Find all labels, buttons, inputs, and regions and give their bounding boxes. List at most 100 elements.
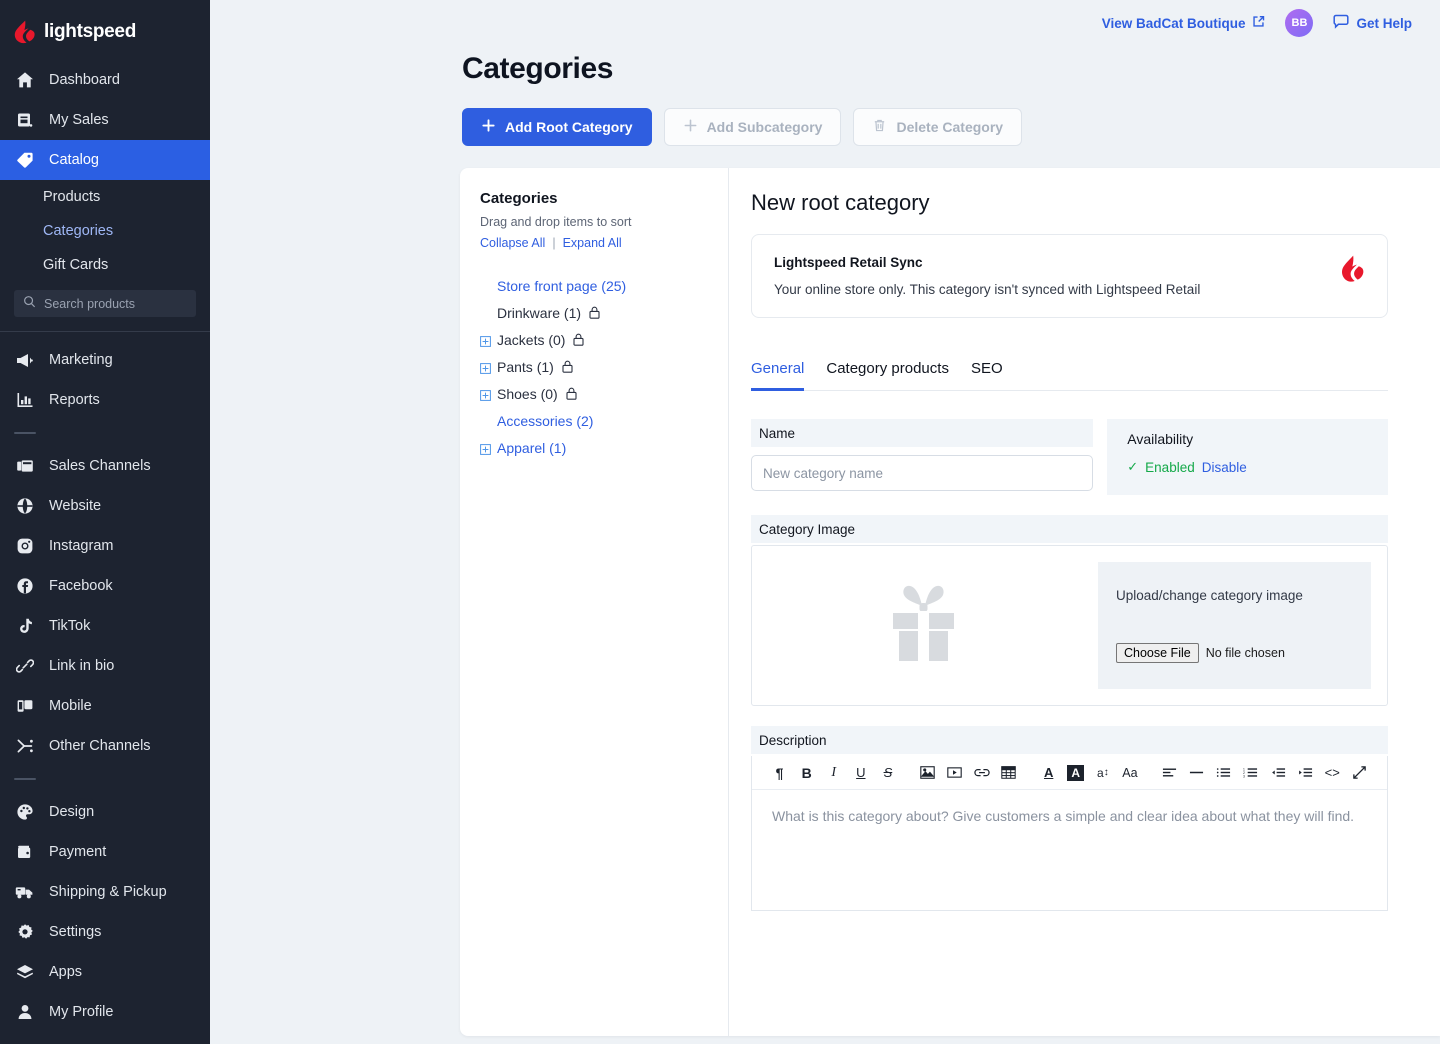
font-family-icon[interactable]: Aa [1116, 758, 1143, 788]
align-icon[interactable] [1156, 758, 1183, 788]
tab-seo[interactable]: SEO [971, 360, 1003, 391]
sidebar-subitem-label: Categories [43, 223, 114, 239]
tab-category-products[interactable]: Category products [826, 360, 949, 391]
description-editor: ¶ B I U S A A a ↕ Aa 1 2 3 <> What is th… [751, 756, 1388, 911]
add-root-category-label: Add Root Category [505, 119, 633, 135]
editor-toolbar: ¶ B I U S A A a ↕ Aa 1 2 3 <> [752, 756, 1387, 790]
expand-all-link[interactable]: Expand All [563, 236, 622, 250]
tree-row[interactable]: Jackets (0) [480, 326, 728, 353]
tree-row[interactable]: Shoes (0) [480, 380, 728, 407]
sidebar-item-marketing[interactable]: Marketing [0, 340, 210, 380]
sidebar-item-reports[interactable]: Reports [0, 380, 210, 420]
description-editor-body[interactable]: What is this category about? Give custom… [752, 790, 1387, 910]
sidebar-item-website[interactable]: Website [0, 486, 210, 526]
tree-row[interactable]: Apparel (1) [480, 434, 728, 461]
sidebar-item-design[interactable]: Design [0, 792, 210, 832]
brand-logo-block[interactable]: lightspeed [0, 0, 210, 60]
sidebar-item-instagram[interactable]: Instagram [0, 526, 210, 566]
tree-list: Store front page (25) Drinkware (1) Jack… [480, 272, 728, 461]
retail-sync-message: Your online store only. This category is… [774, 282, 1201, 297]
name-availability-row: Name Availability ✓ Enabled Disable [751, 419, 1389, 495]
delete-category-button[interactable]: Delete Category [853, 108, 1023, 146]
sidebar-item-gift-cards[interactable]: Gift Cards [0, 248, 210, 282]
indent-icon[interactable] [1292, 758, 1319, 788]
choose-file-button[interactable]: Choose File [1116, 643, 1199, 663]
check-icon: ✓ [1127, 459, 1139, 474]
insert-link-icon[interactable] [968, 758, 995, 788]
collapse-all-link[interactable]: Collapse All [480, 236, 545, 250]
tab-general[interactable]: General [751, 360, 805, 391]
tree-row[interactable]: Drinkware (1) [480, 299, 728, 326]
search-products-box[interactable] [14, 290, 196, 317]
tree-item-label: Jackets (0) [497, 331, 566, 348]
avatar[interactable]: BB [1285, 9, 1314, 37]
sidebar-item-categories[interactable]: Categories [0, 214, 210, 248]
outdent-icon[interactable] [1265, 758, 1292, 788]
numbered-list-icon[interactable]: 123 [1237, 758, 1264, 788]
font-size-icon[interactable]: a ↕ [1089, 758, 1116, 788]
add-root-category-button[interactable]: Add Root Category [462, 108, 652, 146]
sidebar-item-label: Settings [49, 924, 102, 940]
expand-toggle-icon[interactable] [480, 388, 491, 401]
availability-disable-link[interactable]: Disable [1202, 460, 1247, 475]
sidebar-item-products[interactable]: Products [0, 180, 210, 214]
text-color-icon[interactable]: A [1035, 758, 1062, 788]
sidebar-item-my-profile[interactable]: My Profile [0, 992, 210, 1032]
expand-toggle-icon[interactable] [480, 361, 491, 374]
sidebar-item-label: Website [49, 498, 102, 514]
windows-icon [14, 456, 35, 477]
tree-row[interactable]: Pants (1) [480, 353, 728, 380]
sidebar-item-sales-channels[interactable]: Sales Channels [0, 446, 210, 486]
tree-row[interactable]: Store front page (25) [480, 272, 728, 299]
sidebar-item-tiktok[interactable]: TikTok [0, 606, 210, 646]
sidebar-item-payment[interactable]: Payment [0, 832, 210, 872]
insert-video-icon[interactable] [941, 758, 968, 788]
highlight-color-icon[interactable]: A [1062, 758, 1089, 788]
insert-table-icon[interactable] [995, 758, 1022, 788]
expand-toggle-icon[interactable] [480, 442, 491, 455]
top-bar: View BadCat Boutique BB Get Help [210, 0, 1440, 46]
fullscreen-icon[interactable] [1346, 758, 1373, 788]
add-subcategory-button[interactable]: Add Subcategory [663, 108, 842, 146]
sidebar-item-mobile[interactable]: Mobile [0, 686, 210, 726]
name-field-label: Name [751, 419, 1094, 447]
italic-icon[interactable]: I [820, 758, 847, 788]
sidebar-item-apps[interactable]: Apps [0, 952, 210, 992]
underline-icon[interactable]: U [847, 758, 874, 788]
paragraph-icon[interactable]: ¶ [766, 758, 793, 788]
lightspeed-flame-icon [14, 20, 36, 44]
sidebar-item-facebook[interactable]: Facebook [0, 566, 210, 606]
file-input-row[interactable]: Choose File No file chosen [1116, 643, 1371, 663]
sidebar-item-shipping-pickup[interactable]: Shipping & Pickup [0, 872, 210, 912]
home-icon [14, 70, 35, 91]
sidebar-item-label: Link in bio [49, 658, 115, 674]
bulleted-list-icon[interactable] [1210, 758, 1237, 788]
layers-icon [14, 962, 35, 983]
expand-toggle-icon[interactable] [480, 334, 491, 347]
horizontal-rule-icon[interactable] [1183, 758, 1210, 788]
bar-chart-icon [14, 390, 35, 411]
description-section: Description ¶ B I U S A A a ↕ Aa 1 2 3 <… [751, 726, 1388, 911]
sidebar-item-settings[interactable]: Settings [0, 912, 210, 952]
sidebar-item-other-channels[interactable]: Other Channels [0, 726, 210, 766]
source-code-icon[interactable]: <> [1319, 758, 1346, 788]
get-help-link[interactable]: Get Help [1333, 14, 1412, 32]
get-help-label: Get Help [1356, 15, 1412, 31]
strikethrough-icon[interactable]: S [874, 758, 901, 788]
sidebar-item-dashboard[interactable]: Dashboard [0, 60, 210, 100]
sidebar-item-catalog[interactable]: Catalog [0, 140, 210, 180]
view-store-link[interactable]: View BadCat Boutique [1102, 15, 1266, 31]
sidebar-item-link-in-bio[interactable]: Link in bio [0, 646, 210, 686]
sidebar-item-label: Mobile [49, 698, 92, 714]
category-name-input[interactable] [751, 455, 1094, 491]
tree-row[interactable]: Accessories (2) [480, 407, 728, 434]
insert-image-icon[interactable] [914, 758, 941, 788]
upload-image-label: Upload/change category image [1116, 588, 1303, 603]
sidebar-item-my-sales[interactable]: My Sales [0, 100, 210, 140]
bold-icon[interactable]: B [793, 758, 820, 788]
availability-controls: ✓ Enabled Disable [1127, 459, 1388, 475]
sidebar-item-label: TikTok [49, 618, 91, 634]
view-store-label: View BadCat Boutique [1101, 15, 1246, 31]
chat-bubble-icon [1333, 14, 1350, 32]
search-input[interactable] [44, 296, 184, 311]
